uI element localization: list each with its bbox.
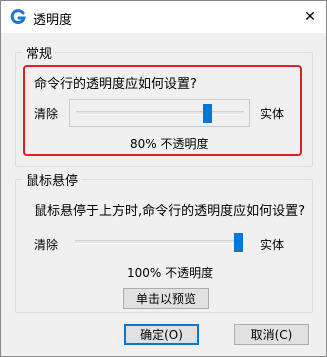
hover-opacity-slider[interactable] (69, 230, 250, 256)
general-question: 命令行的透明度应如何设置? (34, 77, 197, 92)
hover-solid-label: 实体 (260, 238, 285, 252)
general-clear-label: 清除 (34, 107, 59, 121)
hover-value-text: 100% 不透明度 (127, 266, 214, 280)
close-button[interactable]: ✕ (298, 5, 322, 29)
transparency-dialog: 透明度 ✕ 常规 命令行的透明度应如何设置? 清除 实体 80% 不透明度 鼠标… (0, 0, 327, 357)
window-title: 透明度 (33, 13, 73, 28)
hover-question: 鼠标悬停于上方时,命令行的透明度应如何设置? (34, 204, 306, 219)
general-slider-thumb[interactable] (203, 104, 213, 123)
close-icon: ✕ (304, 9, 316, 25)
general-slider-track (76, 111, 244, 115)
preview-button[interactable]: 单击以预览 (123, 288, 209, 309)
hover-slider-track (75, 240, 243, 244)
general-solid-label: 实体 (260, 107, 285, 121)
g-logo-icon (10, 9, 26, 25)
general-group-title: 常规 (23, 43, 56, 62)
title-bar: 透明度 ✕ (1, 1, 326, 33)
cancel-button[interactable]: 取消(C) (234, 324, 309, 345)
hover-slider-thumb[interactable] (234, 233, 243, 252)
general-opacity-slider[interactable] (69, 99, 250, 127)
general-value-text: 80% 不透明度 (130, 137, 209, 151)
hover-clear-label: 清除 (34, 238, 59, 252)
ok-button[interactable]: 确定(O) (124, 324, 199, 345)
hover-group-title: 鼠标悬停 (23, 170, 82, 189)
